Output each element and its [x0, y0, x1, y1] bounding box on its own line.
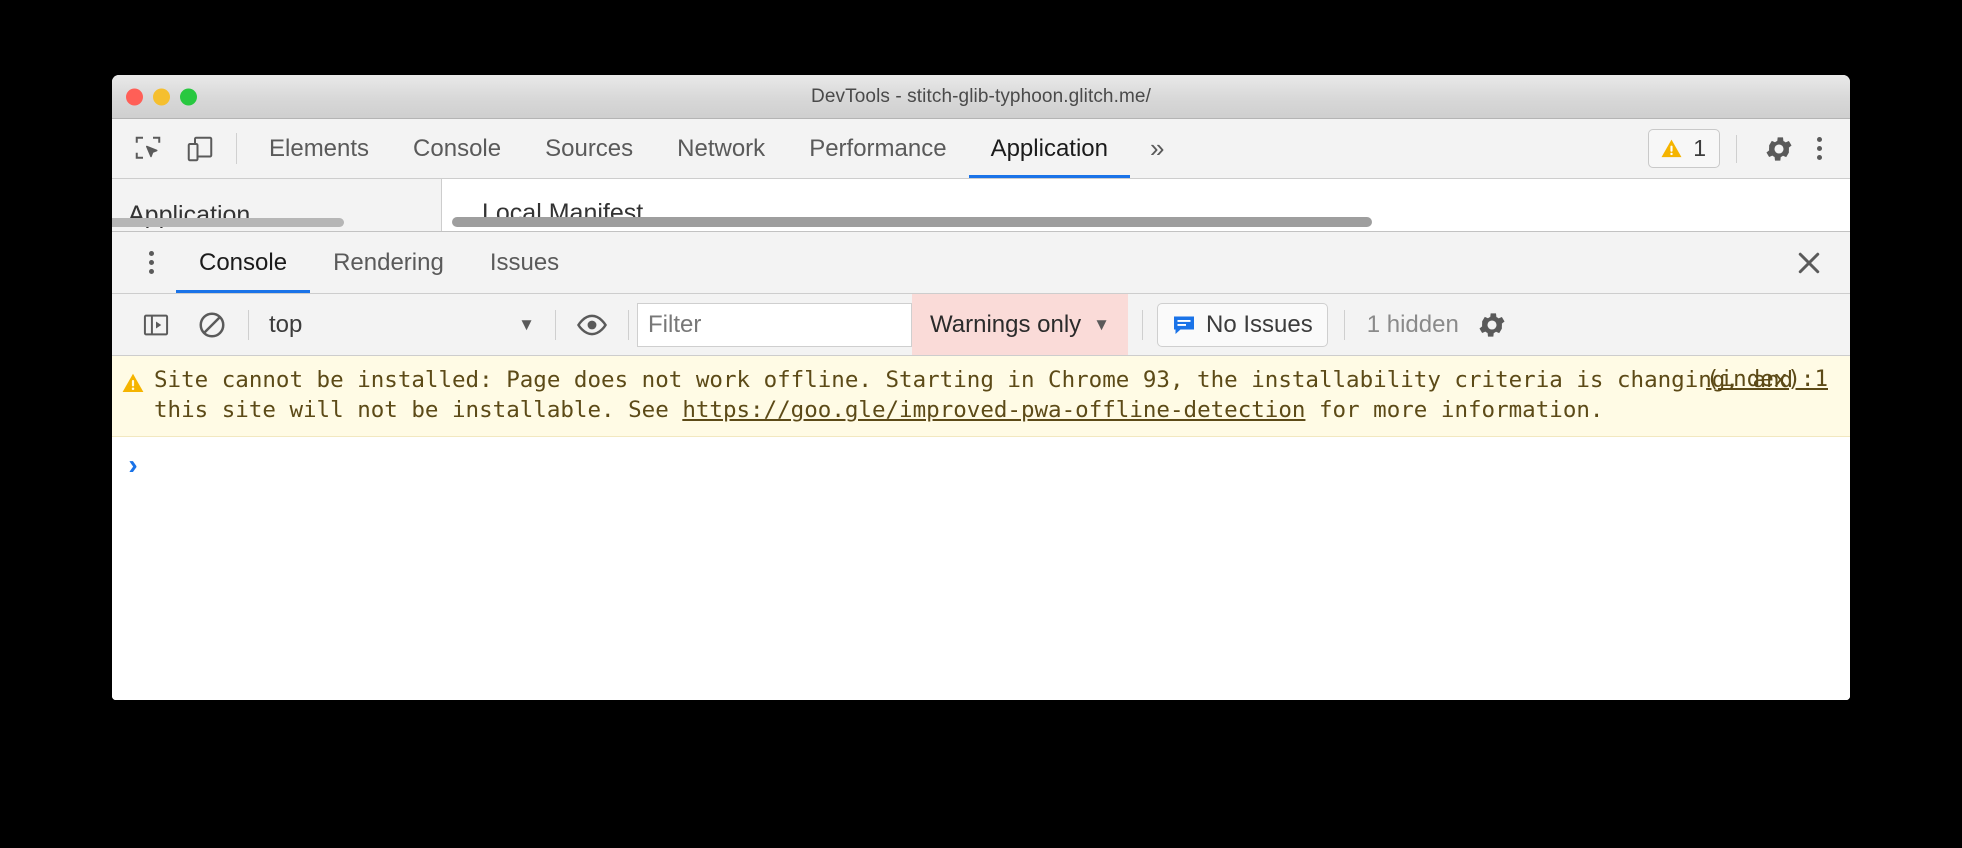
message-source-link[interactable]: (index):1 — [1706, 366, 1828, 392]
close-window-button[interactable] — [126, 88, 143, 105]
toolbar-divider — [248, 309, 249, 340]
drawer-kebab-menu-icon[interactable] — [126, 232, 176, 293]
tab-console[interactable]: Console — [391, 119, 523, 178]
tab-sources[interactable]: Sources — [523, 119, 655, 178]
tab-label: Sources — [545, 134, 634, 162]
message-link[interactable]: https://goo.gle/improved-pwa-offline-det… — [682, 397, 1305, 423]
issues-icon — [1174, 316, 1194, 334]
warning-triangle-icon — [122, 373, 144, 392]
context-value: top — [269, 310, 303, 338]
console-message-list[interactable]: Site cannot be installed: Page does not … — [112, 356, 1850, 700]
javascript-context-select[interactable]: top ▼ — [257, 303, 547, 347]
toolbar-divider — [236, 133, 237, 164]
tab-label: Performance — [809, 134, 947, 162]
chevron-down-icon: ▼ — [518, 314, 535, 334]
console-prompt-input[interactable] — [154, 451, 1850, 485]
drawer-tab-label: Issues — [489, 248, 560, 276]
drawer-tab-label: Console — [199, 248, 288, 276]
device-toolbar-icon[interactable] — [174, 119, 226, 178]
drawer-tab-issues[interactable]: Issues — [467, 232, 582, 293]
drawer-tabbar: Console Rendering Issues — [112, 232, 1850, 294]
window-title: DevTools - stitch-glib-typhoon.glitch.me… — [811, 85, 1151, 107]
warning-count-badge[interactable]: 1 — [1648, 129, 1720, 168]
tab-label: Console — [413, 134, 502, 162]
drawer-tab-console[interactable]: Console — [176, 232, 311, 293]
log-level-value: Warnings only — [930, 310, 1082, 338]
window-titlebar: DevTools - stitch-glib-typhoon.glitch.me… — [112, 75, 1850, 119]
kebab-dots — [148, 251, 154, 274]
issues-label: No Issues — [1206, 310, 1313, 338]
console-toolbar: top ▼ Filter Warnings only ▼ No Issues 1… — [112, 294, 1850, 356]
tab-label: Application — [990, 134, 1108, 162]
chevron-down-icon: ▼ — [1093, 314, 1110, 334]
kebab-menu-icon[interactable] — [1809, 137, 1834, 160]
gear-icon[interactable] — [1753, 133, 1805, 165]
minimize-window-button[interactable] — [153, 88, 170, 105]
toolbar-divider — [1142, 309, 1143, 340]
traffic-lights — [126, 88, 197, 105]
show-console-sidebar-icon[interactable] — [128, 294, 184, 355]
inspect-element-icon[interactable] — [122, 119, 174, 178]
toolbar-divider — [628, 309, 629, 340]
drawer-tab-label: Rendering — [333, 248, 444, 276]
kebab-dots — [1817, 137, 1822, 160]
devtools-window: DevTools - stitch-glib-typhoon.glitch.me… — [112, 75, 1850, 700]
warning-count: 1 — [1693, 135, 1706, 161]
devtools-main-toolbar: Elements Console Sources Network Perform… — [112, 119, 1850, 179]
tab-label: Network — [677, 134, 766, 162]
toolbar-divider — [1736, 134, 1737, 163]
chevron-right-double-icon: » — [1150, 133, 1165, 163]
sidebar-horizontal-scrollbar[interactable] — [112, 218, 344, 227]
prompt-caret-icon: › — [128, 449, 138, 480]
console-warning-message[interactable]: Site cannot be installed: Page does not … — [112, 356, 1850, 437]
console-prompt-row[interactable]: › — [112, 437, 1850, 485]
filter-placeholder: Filter — [648, 310, 702, 338]
gear-icon[interactable] — [1465, 309, 1519, 341]
message-text-part-2: for more information. — [1305, 397, 1604, 423]
toolbar-divider — [555, 309, 556, 340]
close-icon[interactable] — [1768, 232, 1850, 293]
filter-input[interactable]: Filter — [637, 302, 912, 347]
tab-performance[interactable]: Performance — [787, 119, 968, 178]
application-panel-sliver: Application Local Manifest — [112, 179, 1850, 231]
devtools-drawer: Console Rendering Issues top ▼ Filter Wa… — [112, 231, 1850, 700]
toolbar-divider — [1343, 309, 1345, 340]
warning-message-text: Site cannot be installed: Page does not … — [154, 365, 1850, 425]
content-horizontal-scrollbar[interactable] — [452, 217, 1372, 227]
application-panel-content: Local Manifest — [442, 179, 1850, 231]
tab-network[interactable]: Network — [655, 119, 787, 178]
tab-application[interactable]: Application — [968, 119, 1131, 178]
clear-console-icon[interactable] — [184, 294, 240, 355]
zoom-window-button[interactable] — [180, 88, 197, 105]
warning-icon-cell — [112, 365, 154, 425]
drawer-tab-rendering[interactable]: Rendering — [310, 232, 467, 293]
more-tabs-button[interactable]: » — [1130, 119, 1184, 178]
warning-triangle-icon — [1661, 139, 1682, 158]
issues-button[interactable]: No Issues — [1157, 302, 1328, 347]
toolbar-right-group: 1 — [1648, 119, 1850, 178]
live-expression-icon[interactable] — [564, 294, 620, 355]
tab-elements[interactable]: Elements — [247, 119, 391, 178]
application-panel-sidebar[interactable]: Application — [112, 179, 442, 231]
hidden-messages-count: 1 hidden — [1366, 310, 1459, 338]
log-level-select[interactable]: Warnings only ▼ — [912, 294, 1128, 355]
tab-label: Elements — [269, 134, 370, 162]
